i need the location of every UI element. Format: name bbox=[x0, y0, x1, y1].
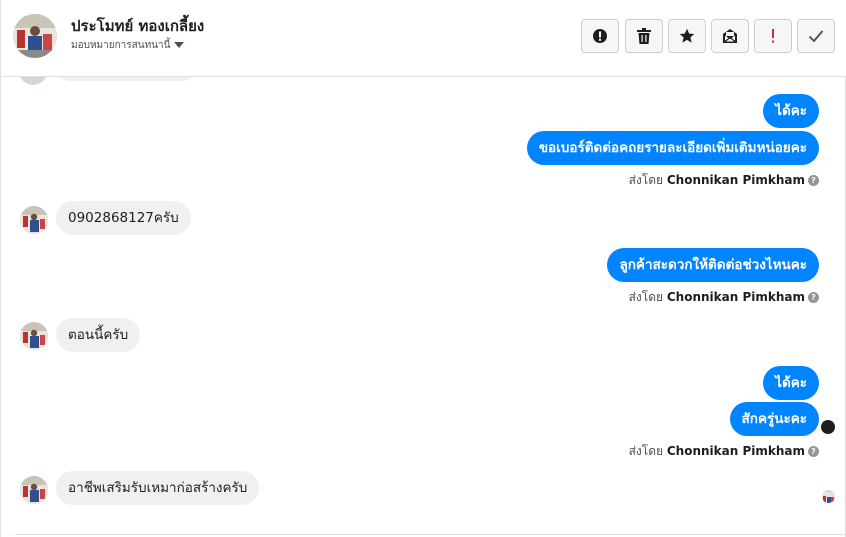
seen-indicator-icon bbox=[821, 420, 835, 434]
sent-by-name: Chonnikan Pimkham bbox=[666, 290, 805, 304]
assign-conversation-dropdown[interactable]: มอบหมายการสนทนานี้ bbox=[71, 38, 185, 53]
message-bubble-outgoing[interactable]: สักครู่นะคะ bbox=[729, 402, 819, 436]
conversation-panel: ประโมทย์ ทองเกลี้ยง มอบหมายการสนทนานี้ ไ… bbox=[0, 0, 846, 537]
red-exclamation-icon bbox=[772, 29, 774, 43]
mark-unread-button[interactable] bbox=[711, 19, 749, 53]
sent-by-label: ส่งโดย Chonnikan Pimkham? bbox=[629, 288, 819, 307]
message-bubble-incoming[interactable]: อาชีพเสริมรับเหมาก่อสร้างครับ bbox=[56, 471, 260, 505]
contact-name[interactable]: ประโมทย์ ทองเกลี้ยง bbox=[71, 14, 204, 38]
help-icon[interactable]: ? bbox=[808, 292, 819, 303]
check-icon bbox=[808, 30, 824, 43]
message-bubble-outgoing[interactable]: ขอเบอร์ติดต่อคถยรายละเอียดเพิ่มเติมหน่อย… bbox=[526, 131, 819, 165]
seen-avatar-icon bbox=[822, 490, 835, 503]
help-icon[interactable]: ? bbox=[808, 175, 819, 186]
sent-by-prefix: ส่งโดย bbox=[628, 444, 664, 458]
assign-label: มอบหมายการสนทนานี้ bbox=[71, 40, 171, 51]
message-bubble-incoming[interactable]: ตอนนี้ครับ bbox=[56, 318, 141, 352]
sent-by-prefix: ส่งโดย bbox=[628, 173, 664, 187]
message-bubble-incoming-cutoff bbox=[56, 77, 196, 81]
conversation-header: ประโมทย์ ทองเกลี้ยง มอบหมายการสนทนานี้ bbox=[1, 0, 846, 77]
sent-by-name: Chonnikan Pimkham bbox=[666, 173, 805, 187]
contact-avatar-small bbox=[19, 77, 47, 85]
sent-by-name: Chonnikan Pimkham bbox=[666, 444, 805, 458]
delete-button[interactable] bbox=[625, 19, 663, 53]
help-icon[interactable]: ? bbox=[808, 446, 819, 457]
follow-up-button[interactable] bbox=[754, 19, 792, 53]
message-bubble-incoming[interactable]: 0902868127ครับ bbox=[56, 201, 191, 235]
mark-spam-button[interactable] bbox=[581, 19, 619, 53]
message-bubble-outgoing[interactable]: ได้คะ bbox=[763, 366, 819, 400]
mark-done-button[interactable] bbox=[797, 19, 835, 53]
message-thread: ได้คะ ขอเบอร์ติดต่อคถยรายละเอียดเพิ่มเติ… bbox=[1, 77, 846, 537]
contact-avatar[interactable] bbox=[13, 14, 57, 58]
contact-avatar-small bbox=[20, 322, 48, 350]
caret-down-icon bbox=[174, 42, 185, 48]
message-bubble-outgoing[interactable]: ลูกค้าสะดวกให้ติดต่อช่วงไหนคะ bbox=[607, 248, 819, 282]
message-bubble-outgoing[interactable]: ได้คะ bbox=[763, 94, 819, 128]
contact-avatar-small bbox=[20, 206, 48, 234]
exclamation-circle-icon bbox=[593, 29, 607, 43]
sent-by-prefix: ส่งโดย bbox=[628, 290, 664, 304]
star-button[interactable] bbox=[668, 19, 706, 53]
envelope-icon bbox=[723, 29, 737, 43]
sent-by-label: ส่งโดย Chonnikan Pimkham? bbox=[629, 442, 819, 461]
contact-avatar-small bbox=[20, 476, 48, 504]
sent-by-label: ส่งโดย Chonnikan Pimkham? bbox=[629, 171, 819, 190]
star-icon bbox=[679, 28, 695, 43]
trash-icon bbox=[637, 28, 651, 44]
